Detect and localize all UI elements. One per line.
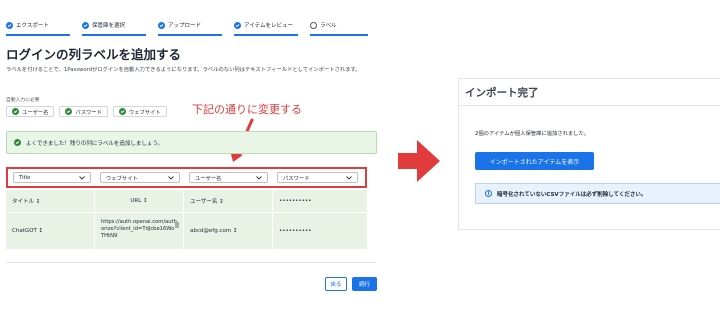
required-label-chips: ユーザー名 パスワード ウェブサイト [6,106,167,117]
page-description: ラベルを付けることで、1Passwordがログインを自動入力できるようになります… [6,67,361,73]
check-icon [82,21,89,29]
check-icon [158,21,165,29]
step-progress-bar [158,34,222,36]
arrow-right-icon [398,140,440,182]
cell-text: URL ↕ [130,198,148,204]
chip-password: パスワード [59,106,108,117]
step-label: ラベル [320,23,337,29]
column-select-4[interactable]: パスワード [277,172,358,183]
check-icon [234,21,241,29]
step-label: アップロード [168,23,202,29]
notice-text: 暗号化されていないCSVファイルは必ず削除してください。 [497,191,647,198]
table-cell: •••••••••• [279,228,312,234]
chevron-down-icon [79,175,85,180]
circle-icon [310,21,317,29]
import-complete-panel: インポート完了 2個のアイテムが個人保管庫に追加されました。 インポートされたア… [458,78,720,230]
step-label: エクスポート [16,23,49,29]
continue-button[interactable]: 続行 [352,277,377,291]
column-select-2[interactable]: ウェブサイト [100,172,180,183]
success-banner: よくできました！残りの列にラベルを追加しましょう。 [6,131,377,154]
check-icon [118,108,126,115]
check-circle-icon [14,139,21,146]
table-cell-url[interactable]: https://auth.openai.com/authorize?client… [95,213,184,249]
scrollbar-thumb[interactable] [175,222,179,228]
import-complete-title: インポート完了 [465,87,539,99]
chip-label: ユーザー名 [22,109,49,116]
column-select-3[interactable]: ユーザー名 [189,172,268,183]
step-progress-bar [310,34,368,36]
step-progress-bar [234,34,298,36]
info-icon: i [485,190,492,197]
annotation-text: 下記の通りに変更する [192,103,302,116]
step-progress-bar [6,34,70,36]
divider [459,105,720,106]
select-value: ウェブサイト [106,175,138,182]
csv-delete-notice: i 暗号化されていないCSVファイルは必ず削除してください。 [475,183,720,204]
step-progress-bar [82,34,146,36]
chip-username: ユーザー名 [6,106,55,117]
import-result-message: 2個のアイテムが個人保管庫に追加されました。 [475,131,590,137]
column-label-selects: Title ウェブサイト ユーザー名 パスワード [13,172,358,184]
step-label: アイテムをレビュー [244,23,293,29]
table-cell: abcd@efg.com ↕ [184,213,273,249]
table-cell: ChatGOT ↕ [6,213,95,249]
screenshot-stage: エクスポート 保管庫を選択 アップロード アイテムをレビュー ラベル ログインの… [0,0,720,320]
select-value: Title [19,174,31,181]
check-icon [65,108,73,115]
select-value: パスワード [283,175,310,182]
page-title: ログインの列ラベルを追加する [6,47,182,62]
step-export: エクスポート [6,14,78,36]
back-button[interactable]: 戻る [325,277,347,291]
divider [6,262,376,263]
view-imported-items-button[interactable]: インポートされたアイテムを表示 [475,152,594,170]
table-cell: タイトル ↕ [6,190,95,212]
step-indicator: エクスポート 保管庫を選択 アップロード アイテムをレビュー ラベル [6,14,376,36]
table-row: ChatGOT ↕ https://auth.openai.com/author… [6,212,367,249]
chip-label: ウェブサイト [128,109,161,116]
check-icon [12,108,19,115]
chevron-down-icon [256,175,262,180]
step-review-items: アイテムをレビュー [234,14,306,36]
label-columns-panel: エクスポート 保管庫を選択 アップロード アイテムをレビュー ラベル ログインの… [0,0,382,320]
chip-label: パスワード [75,109,102,116]
chip-website: ウェブサイト [112,106,167,117]
select-value: ユーザー名 [195,175,222,182]
check-icon [6,21,13,29]
table-cell: ユーザー名 ↕ [184,190,273,212]
chevron-down-icon [346,175,352,180]
success-message: よくできました！残りの列にラベルを追加しましょう。 [26,140,164,147]
autofill-required-label: 自動入力に必要 [6,98,40,103]
preview-table: タイトル ↕ URL ↕ ユーザー名 ↕ •••••••••• ChatGOT … [6,189,367,249]
table-cell: URL ↕ [95,190,184,212]
step-labels: ラベル [310,14,376,36]
column-select-1[interactable]: Title [13,172,91,183]
table-row: タイトル ↕ URL ↕ ユーザー名 ↕ •••••••••• [6,189,367,212]
step-upload: アップロード [158,14,230,36]
table-cell: •••••••••• [279,198,312,204]
step-select-vault: 保管庫を選択 [82,14,154,36]
cell-text: https://auth.openai.com/authorize?client… [101,219,177,239]
chevron-down-icon [168,175,174,180]
step-label: 保管庫を選択 [92,23,126,29]
